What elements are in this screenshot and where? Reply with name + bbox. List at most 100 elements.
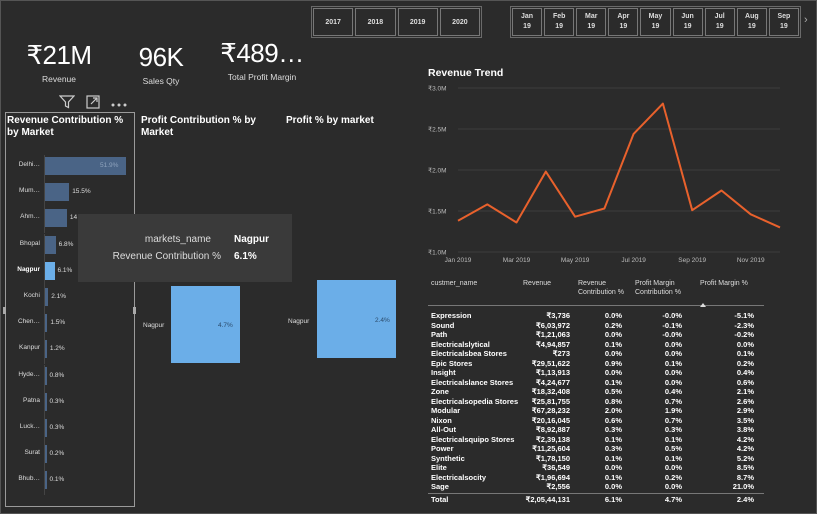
table-cell: ₹4,24,677 (536, 377, 570, 387)
table-cell: 6.1% (604, 494, 622, 504)
table-cell: 0.0% (664, 482, 682, 491)
table-cell: ₹36,549 (542, 463, 570, 472)
table-cell: 3.8% (736, 425, 754, 434)
x-tick-label: Nov 2019 (737, 257, 765, 264)
table-cell: 1.9% (664, 406, 682, 415)
table-cell: 0.0% (604, 463, 622, 472)
table-cell: 0.1% (604, 434, 622, 444)
data-point[interactable] (456, 219, 460, 223)
table-cell: 8.5% (736, 463, 754, 472)
revenue-line[interactable] (457, 102, 781, 229)
table-cell: Electricalsbea Stores (431, 349, 507, 358)
table-row[interactable]: Epic Stores ₹29,51,622 0.9% 0.1% 0.2% (428, 359, 764, 369)
column-header-profit-margin-contribution[interactable]: Profit Margin Contribution % (635, 280, 697, 297)
table-cell: 3.5% (736, 415, 754, 425)
sort-ascending-icon[interactable] (700, 303, 706, 307)
table-row[interactable]: Path ₹1,21,063 0.0% -0.0% -0.2% (428, 330, 764, 340)
y-tick-label: ₹2.5M (428, 126, 447, 134)
table-cell: ₹2,39,138 (536, 434, 570, 444)
table-cell: ₹273 (552, 349, 570, 358)
table-cell: Sound (431, 320, 455, 330)
table-cell: 2.6% (736, 396, 754, 406)
table-cell: 0.7% (664, 415, 682, 425)
data-point[interactable] (661, 102, 665, 106)
data-point[interactable] (719, 189, 723, 193)
table-row[interactable]: Elite ₹36,549 0.0% 0.0% 8.5% (428, 463, 764, 473)
data-point[interactable] (690, 208, 694, 212)
data-point[interactable] (573, 215, 577, 219)
table-cell: ₹4,94,857 (536, 339, 570, 349)
x-tick-label: Jan 2019 (445, 257, 472, 264)
table-cell: Electricalsquipo Stores (431, 434, 515, 444)
y-tick-label: ₹3.0M (428, 85, 447, 93)
table-cell: 0.4% (664, 387, 682, 396)
column-header-customer[interactable]: custmer_name (431, 280, 477, 289)
table-cell: ₹20,16,045 (531, 415, 570, 425)
table-cell: ₹29,51,622 (531, 358, 570, 368)
data-point[interactable] (632, 132, 636, 136)
table-row[interactable]: Insight ₹1,13,913 0.0% 0.0% 0.4% (428, 368, 764, 378)
table-cell: 2.9% (736, 406, 754, 415)
table-row[interactable]: Electricalslytical ₹4,94,857 0.1% 0.0% 0.0% (428, 340, 764, 350)
data-point[interactable] (485, 202, 489, 206)
table-cell: 0.0% (664, 368, 682, 377)
table-cell: 0.5% (664, 444, 682, 453)
table-cell: Path (431, 330, 448, 339)
column-header-revenue[interactable]: Revenue (523, 280, 551, 289)
table-row[interactable]: Electricalsquipo Stores ₹2,39,138 0.1% 0.1%… (428, 435, 764, 445)
column-header-profit-margin-pct[interactable]: Profit Margin % (700, 280, 762, 289)
table-row[interactable]: Modular ₹67,28,232 2.0% 1.9% 2.9% (428, 406, 764, 416)
data-point[interactable] (544, 170, 548, 174)
table-cell: ₹1,21,063 (536, 330, 570, 339)
table-cell: ₹3,736 (546, 311, 570, 320)
table-cell: Modular (431, 406, 461, 415)
table-row[interactable]: Sound ₹6,03,972 0.2% -0.1% -2.3% (428, 321, 764, 331)
table-cell: 0.3% (604, 425, 622, 434)
table-row[interactable]: Synthetic ₹1,78,150 0.1% 0.1% 5.2% (428, 454, 764, 464)
table-cell: ₹2,05,44,131 (525, 494, 570, 504)
table-cell: 0.6% (736, 377, 754, 387)
table-cell: Electricalslance Stores (431, 377, 514, 387)
table-cell: 8.7% (736, 472, 754, 482)
column-header-revenue-contribution[interactable]: Revenue Contribution % (578, 280, 626, 297)
y-tick-label: ₹1.5M (428, 208, 447, 216)
table-cell: 2.0% (604, 406, 622, 415)
table-row[interactable]: Zone ₹18,32,408 0.5% 0.4% 2.1% (428, 387, 764, 397)
table-cell: 0.3% (664, 425, 682, 434)
data-point[interactable] (515, 220, 519, 224)
table-row[interactable]: All-Out ₹8,92,887 0.3% 0.3% 3.8% (428, 425, 764, 435)
table-row[interactable]: Sage ₹2,556 0.0% 0.0% 21.0% (428, 482, 764, 492)
table-row[interactable]: Electricalsocity ₹1,96,694 0.1% 0.2% 8.7% (428, 473, 764, 483)
data-point[interactable] (778, 225, 782, 229)
table-row[interactable]: Electricalsbea Stores ₹273 0.0% 0.0% 0.1% (428, 349, 764, 359)
data-point[interactable] (749, 212, 753, 216)
table-cell: Synthetic (431, 453, 465, 463)
table-cell: ₹25,81,755 (531, 396, 570, 406)
table-cell: 0.0% (604, 482, 622, 491)
table-cell: -0.2% (734, 330, 754, 339)
table-total-row[interactable]: Total ₹2,05,44,131 6.1% 4.7% 2.4% (428, 492, 764, 504)
table-row[interactable]: Power ₹11,25,604 0.3% 0.5% 4.2% (428, 444, 764, 454)
table-cell: 0.6% (604, 415, 622, 425)
customer-table: custmer_name Revenue Revenue Contributio… (428, 278, 764, 508)
table-cell: ₹1,96,694 (536, 472, 570, 482)
table-row[interactable]: Nixon ₹20,16,045 0.6% 0.7% 3.5% (428, 416, 764, 426)
table-cell: Sage (431, 482, 449, 491)
table-cell: ₹6,03,972 (536, 320, 570, 330)
table-cell: 2.4% (736, 494, 754, 504)
table-cell: 0.4% (736, 368, 754, 377)
table-row[interactable]: Electricalsopedia Stores ₹25,81,755 0.8% 0.… (428, 397, 764, 407)
table-row[interactable]: Expression ₹3,736 0.0% -0.0% -5.1% (428, 311, 764, 321)
table-cell: All-Out (431, 425, 456, 434)
table-cell: 0.5% (604, 387, 622, 396)
table-cell: ₹1,78,150 (536, 453, 570, 463)
table-cell: 4.2% (736, 434, 754, 444)
data-point[interactable] (602, 207, 606, 211)
table-cell: 0.2% (664, 472, 682, 482)
table-cell: -0.1% (662, 320, 682, 330)
table-cell: Insight (431, 368, 456, 377)
table-row[interactable]: Electricalslance Stores ₹4,24,677 0.1% 0.0%… (428, 378, 764, 388)
table-cell: 5.2% (736, 453, 754, 463)
y-tick-label: ₹2.0M (428, 167, 447, 175)
table-cell: Electricalsocity (431, 472, 487, 482)
